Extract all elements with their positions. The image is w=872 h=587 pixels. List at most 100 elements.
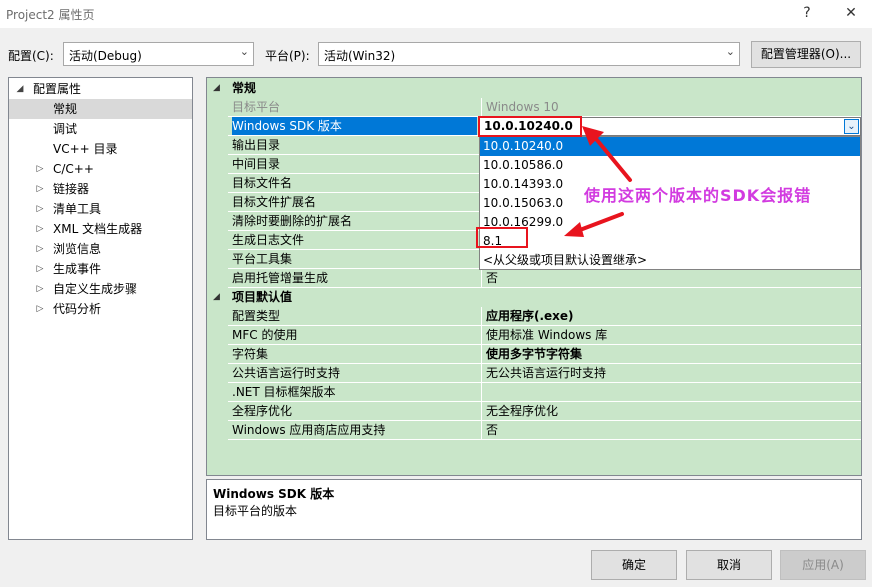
property-value: 否 [481, 269, 861, 287]
tree-item-label: 自定义生成步骤 [53, 282, 138, 296]
description-title: Windows SDK 版本 [213, 487, 335, 501]
config-select-value: 活动(Debug) [69, 49, 142, 63]
platform-select[interactable]: 活动(Win32) ⌄ [318, 42, 740, 66]
tree-item-build-events[interactable]: ▷ 生成事件 [9, 259, 192, 279]
property-row[interactable]: 公共语言运行时支持 无公共语言运行时支持 [228, 364, 861, 383]
property-row[interactable]: MFC 的使用 使用标准 Windows 库 [228, 326, 861, 345]
chevron-down-icon[interactable]: ⌄ [844, 119, 859, 134]
tree-item-label: C/C++ [53, 162, 94, 176]
expand-icon[interactable]: ▷ [35, 239, 45, 259]
sdk-option[interactable]: 10.0.16299.0 [480, 213, 860, 232]
highlight-box-sdk-8-1 [476, 227, 528, 248]
property-name: 配置类型 [232, 309, 281, 323]
expand-icon[interactable]: ▷ [35, 159, 45, 179]
tree-item-label: 调试 [53, 122, 78, 136]
sdk-option[interactable]: 10.0.10586.0 [480, 156, 860, 175]
property-value: 使用多字节字符集 [481, 345, 861, 363]
tree-item-manifest-tool[interactable]: ▷ 清单工具 [9, 199, 192, 219]
sdk-option[interactable]: 8.1 [480, 232, 860, 251]
property-name: 目标平台 [232, 100, 281, 114]
platform-select-value: 活动(Win32) [324, 49, 396, 63]
expand-icon[interactable]: ▷ [35, 219, 45, 239]
property-row[interactable]: Windows 应用商店应用支持 否 [228, 421, 861, 440]
tree-item-label: 链接器 [53, 182, 90, 196]
config-manager-button[interactable]: 配置管理器(O)... [751, 41, 861, 68]
category-project-defaults[interactable]: ◢ 项目默认值 [207, 288, 861, 307]
tree-item-linker[interactable]: ▷ 链接器 [9, 179, 192, 199]
property-name: 输出目录 [232, 138, 281, 152]
config-select[interactable]: 活动(Debug) ⌄ [63, 42, 254, 66]
property-row[interactable]: 目标平台 Windows 10 [228, 98, 861, 117]
property-tree: ◢ 配置属性 常规 调试 VC++ 目录 ▷ C/C++ ▷ 链接器 ▷ 清单工… [8, 77, 193, 540]
tree-item-label: 生成事件 [53, 262, 102, 276]
expand-icon[interactable]: ▷ [35, 179, 45, 199]
platform-label: 平台(P): [265, 49, 310, 63]
tree-item-debugging[interactable]: 调试 [9, 119, 192, 139]
help-button[interactable]: ? [792, 0, 822, 28]
expand-icon[interactable]: ▷ [35, 299, 45, 319]
expand-icon[interactable]: ◢ [15, 79, 25, 99]
tree-item-label: XML 文档生成器 [53, 222, 143, 236]
expand-icon[interactable]: ▷ [35, 279, 45, 299]
property-name: Windows SDK 版本 [232, 117, 477, 135]
property-name: 中间目录 [232, 157, 281, 171]
chevron-down-icon: ⌄ [725, 45, 735, 58]
tree-item-xml-doc-generator[interactable]: ▷ XML 文档生成器 [9, 219, 192, 239]
chevron-down-icon: ⌄ [239, 45, 249, 58]
apply-button[interactable]: 应用(A) [780, 550, 866, 580]
tree-item-code-analysis[interactable]: ▷ 代码分析 [9, 299, 192, 319]
title-bar: Project2 属性页 ? ✕ [0, 0, 872, 28]
tree-item-config-properties[interactable]: ◢ 配置属性 [9, 79, 192, 99]
category-label: 常规 [232, 81, 257, 95]
property-value: 无公共语言运行时支持 [481, 364, 861, 382]
property-value [481, 383, 861, 401]
ok-button[interactable]: 确定 [591, 550, 677, 580]
config-label: 配置(C): [8, 49, 54, 63]
property-row[interactable]: 字符集 使用多字节字符集 [228, 345, 861, 364]
collapse-icon[interactable]: ◢ [213, 288, 220, 307]
property-name: .NET 目标框架版本 [232, 385, 336, 399]
tree-item-label: 代码分析 [53, 302, 102, 316]
property-name: 全程序优化 [232, 404, 293, 418]
annotation-text: 使用这两个版本的SDK会报错 [584, 186, 812, 205]
tree-item-label: 清单工具 [53, 202, 102, 216]
tree-item-label: VC++ 目录 [53, 142, 118, 156]
tree-item-label: 常规 [53, 102, 78, 116]
tree-item-cpp[interactable]: ▷ C/C++ [9, 159, 192, 179]
category-general[interactable]: ◢ 常规 [207, 79, 861, 98]
cancel-button[interactable]: 取消 [686, 550, 772, 580]
property-name: 清除时要删除的扩展名 [232, 214, 353, 228]
property-name: 生成日志文件 [232, 233, 305, 247]
property-name: 启用托管增量生成 [232, 271, 329, 285]
description-panel: Windows SDK 版本 目标平台的版本 [206, 479, 862, 540]
property-row[interactable]: 配置类型 应用程序(.exe) [228, 307, 861, 326]
property-row[interactable]: 启用托管增量生成 否 [228, 269, 861, 288]
property-name: MFC 的使用 [232, 328, 298, 342]
property-row[interactable]: .NET 目标框架版本 [228, 383, 861, 402]
tree-item-label: 浏览信息 [53, 242, 102, 256]
sdk-option[interactable]: <从父级或项目默认设置继承> [480, 251, 860, 270]
close-button[interactable]: ✕ [836, 0, 866, 28]
tree-item-custom-build-step[interactable]: ▷ 自定义生成步骤 [9, 279, 192, 299]
property-name: 平台工具集 [232, 252, 293, 266]
collapse-icon[interactable]: ◢ [213, 79, 220, 98]
description-body: 目标平台的版本 [213, 504, 298, 518]
property-row[interactable]: 全程序优化 无全程序优化 [228, 402, 861, 421]
category-label: 项目默认值 [232, 290, 293, 304]
property-value: Windows 10 [481, 98, 861, 116]
property-name: 字符集 [232, 347, 269, 361]
property-value: 使用标准 Windows 库 [481, 326, 861, 344]
sdk-option[interactable]: 10.0.10240.0 [480, 137, 860, 156]
property-value: 应用程序(.exe) [481, 307, 861, 325]
tree-item-browse-info[interactable]: ▷ 浏览信息 [9, 239, 192, 259]
property-name: 目标文件扩展名 [232, 195, 317, 209]
property-value: 无全程序优化 [481, 402, 861, 420]
tree-item-label: 配置属性 [33, 82, 82, 96]
expand-icon[interactable]: ▷ [35, 199, 45, 219]
expand-icon[interactable]: ▷ [35, 259, 45, 279]
window-title: Project2 属性页 [6, 8, 95, 22]
tree-item-vc-directories[interactable]: VC++ 目录 [9, 139, 192, 159]
tree-item-general[interactable]: 常规 [9, 99, 192, 119]
property-name: 公共语言运行时支持 [232, 366, 341, 380]
arrow-annotation-icon [564, 126, 632, 237]
